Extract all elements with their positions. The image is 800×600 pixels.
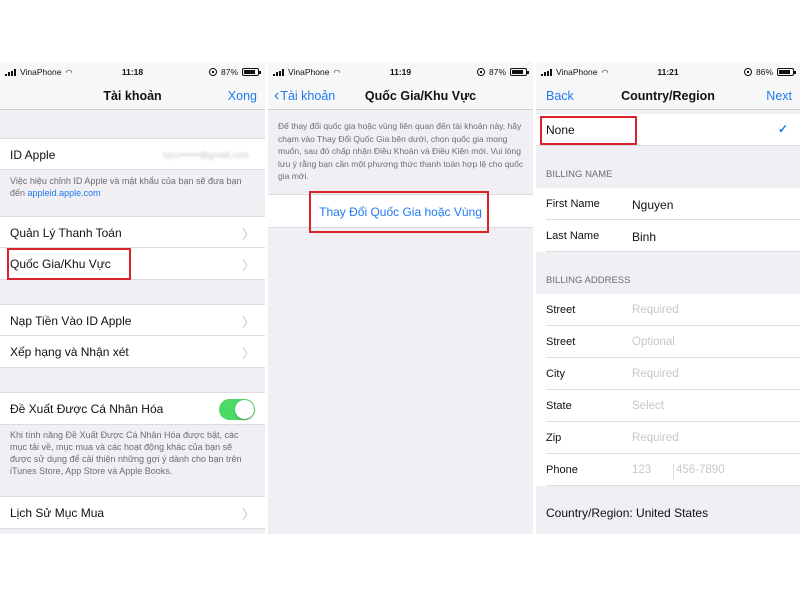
billing-name-header: BILLING NAME bbox=[546, 169, 613, 180]
last-name-row[interactable]: Last Name Binh bbox=[536, 220, 800, 252]
field-label: City bbox=[546, 368, 565, 380]
sidebar-item-manage-payment[interactable]: Quản Lý Thanh Toán 〉 bbox=[0, 216, 265, 248]
checkmark-icon: ✓ bbox=[777, 122, 788, 136]
lock-rotation-icon bbox=[476, 68, 485, 76]
navigation-bar: Tài khoản Xong bbox=[0, 82, 265, 110]
row-label: Nạp Tiền Vào ID Apple bbox=[10, 314, 132, 328]
personalized-recommendations-row: Đề Xuất Được Cá Nhân Hóa bbox=[0, 392, 265, 425]
first-name-field[interactable]: Nguyen bbox=[632, 198, 673, 212]
page-title: Quốc Gia/Khu Vực bbox=[364, 89, 477, 103]
battery-icon bbox=[242, 68, 261, 76]
chevron-right-icon: 〉 bbox=[241, 346, 255, 361]
status-bar: VinaPhone ◠ 11:21 86% bbox=[536, 62, 800, 82]
battery-icon bbox=[777, 68, 796, 76]
navigation-bar: Back Country/Region Next bbox=[536, 82, 800, 110]
apple-id-row[interactable]: ID Apple tqcu••••••@gmail.com bbox=[0, 138, 265, 170]
field-label: First Name bbox=[546, 198, 600, 210]
chevron-right-icon: 〉 bbox=[241, 227, 255, 242]
row-label: Đề Xuất Được Cá Nhân Hóa bbox=[10, 402, 164, 416]
field-label: Phone bbox=[546, 464, 578, 476]
screen-billing: VinaPhone ◠ 11:21 86% Back Country/Regio… bbox=[536, 62, 800, 534]
navigation-bar: ‹ Tài khoản Quốc Gia/Khu Vực bbox=[268, 82, 533, 110]
street1-row[interactable]: Street Required bbox=[536, 294, 800, 326]
highlight-box bbox=[540, 116, 637, 145]
screen-country-region: VinaPhone ◠ 11:19 87% ‹ Tài khoản Quốc G… bbox=[268, 62, 533, 534]
row-label: Quản Lý Thanh Toán bbox=[10, 226, 122, 240]
street1-input[interactable]: Required bbox=[632, 304, 679, 316]
ratings-reviews-row[interactable]: Xếp hạng và Nhận xét 〉 bbox=[0, 336, 265, 368]
status-bar: VinaPhone ◠ 11:19 87% bbox=[268, 62, 533, 82]
phone-number-input[interactable]: 456-7890 bbox=[673, 464, 725, 480]
phone-row[interactable]: Phone 123 456-7890 bbox=[536, 454, 800, 486]
battery-percent: 87% bbox=[220, 67, 238, 77]
highlight-box bbox=[7, 248, 131, 280]
last-name-field[interactable]: Binh bbox=[632, 230, 656, 244]
appleid-link[interactable]: appleid.apple.com bbox=[28, 188, 101, 198]
add-funds-row[interactable]: Nạp Tiền Vào ID Apple 〉 bbox=[0, 304, 265, 336]
phone-area-input[interactable]: 123 bbox=[632, 464, 651, 476]
zip-row[interactable]: Zip Required bbox=[536, 422, 800, 454]
battery-icon bbox=[510, 68, 529, 76]
chevron-left-icon: ‹ bbox=[274, 87, 280, 104]
done-button[interactable]: Xong bbox=[228, 89, 257, 103]
lock-rotation-icon bbox=[743, 68, 752, 76]
state-row[interactable]: State Select bbox=[536, 390, 800, 422]
street2-input[interactable]: Optional bbox=[632, 336, 675, 348]
apple-id-footer: Việc hiệu chỉnh ID Apple và mật khẩu của… bbox=[10, 176, 242, 198]
row-label: Lịch Sử Mục Mua bbox=[10, 506, 105, 520]
billing-address-header: BILLING ADDRESS bbox=[546, 275, 631, 286]
street2-row[interactable]: Street Optional bbox=[536, 326, 800, 358]
country-info-text: Để thay đổi quốc gia hoặc vùng liên quan… bbox=[278, 121, 524, 181]
personalized-footer: Khi tính năng Đề Xuất Được Cá Nhân Hóa đ… bbox=[10, 430, 242, 476]
battery-percent: 86% bbox=[755, 67, 773, 77]
city-row[interactable]: City Required bbox=[536, 358, 800, 390]
chevron-right-icon: 〉 bbox=[241, 258, 255, 273]
chevron-right-icon: 〉 bbox=[241, 315, 255, 330]
screen-account: VinaPhone ◠ 11:18 87% Tài khoản Xong ID … bbox=[0, 62, 265, 534]
row-label: Xếp hạng và Nhận xét bbox=[10, 345, 129, 359]
apple-id-label: ID Apple bbox=[10, 148, 56, 162]
apple-id-value: tqcu••••••@gmail.com bbox=[162, 150, 249, 160]
status-bar: VinaPhone ◠ 11:18 87% bbox=[0, 62, 265, 82]
zip-input[interactable]: Required bbox=[632, 432, 679, 444]
field-label: Street bbox=[546, 336, 576, 348]
highlight-box bbox=[309, 191, 489, 233]
purchase-history-row[interactable]: Lịch Sử Mục Mua 〉 bbox=[0, 496, 265, 529]
battery-percent: 87% bbox=[488, 67, 506, 77]
state-select[interactable]: Select bbox=[632, 400, 664, 412]
field-label: Zip bbox=[546, 432, 562, 444]
page-title: Tài khoản bbox=[103, 89, 162, 103]
field-label: Street bbox=[546, 304, 576, 316]
chevron-right-icon: 〉 bbox=[241, 507, 255, 522]
country-region-footer: Country/Region: United States bbox=[546, 506, 709, 520]
city-input[interactable]: Required bbox=[632, 368, 679, 380]
lock-rotation-icon bbox=[208, 68, 217, 76]
field-label: Last Name bbox=[546, 230, 600, 242]
personalized-toggle[interactable] bbox=[219, 399, 255, 420]
page-title: Country/Region bbox=[621, 89, 715, 103]
field-label: State bbox=[546, 400, 572, 412]
next-button[interactable]: Next bbox=[766, 89, 792, 103]
first-name-row[interactable]: First Name Nguyen bbox=[536, 188, 800, 220]
